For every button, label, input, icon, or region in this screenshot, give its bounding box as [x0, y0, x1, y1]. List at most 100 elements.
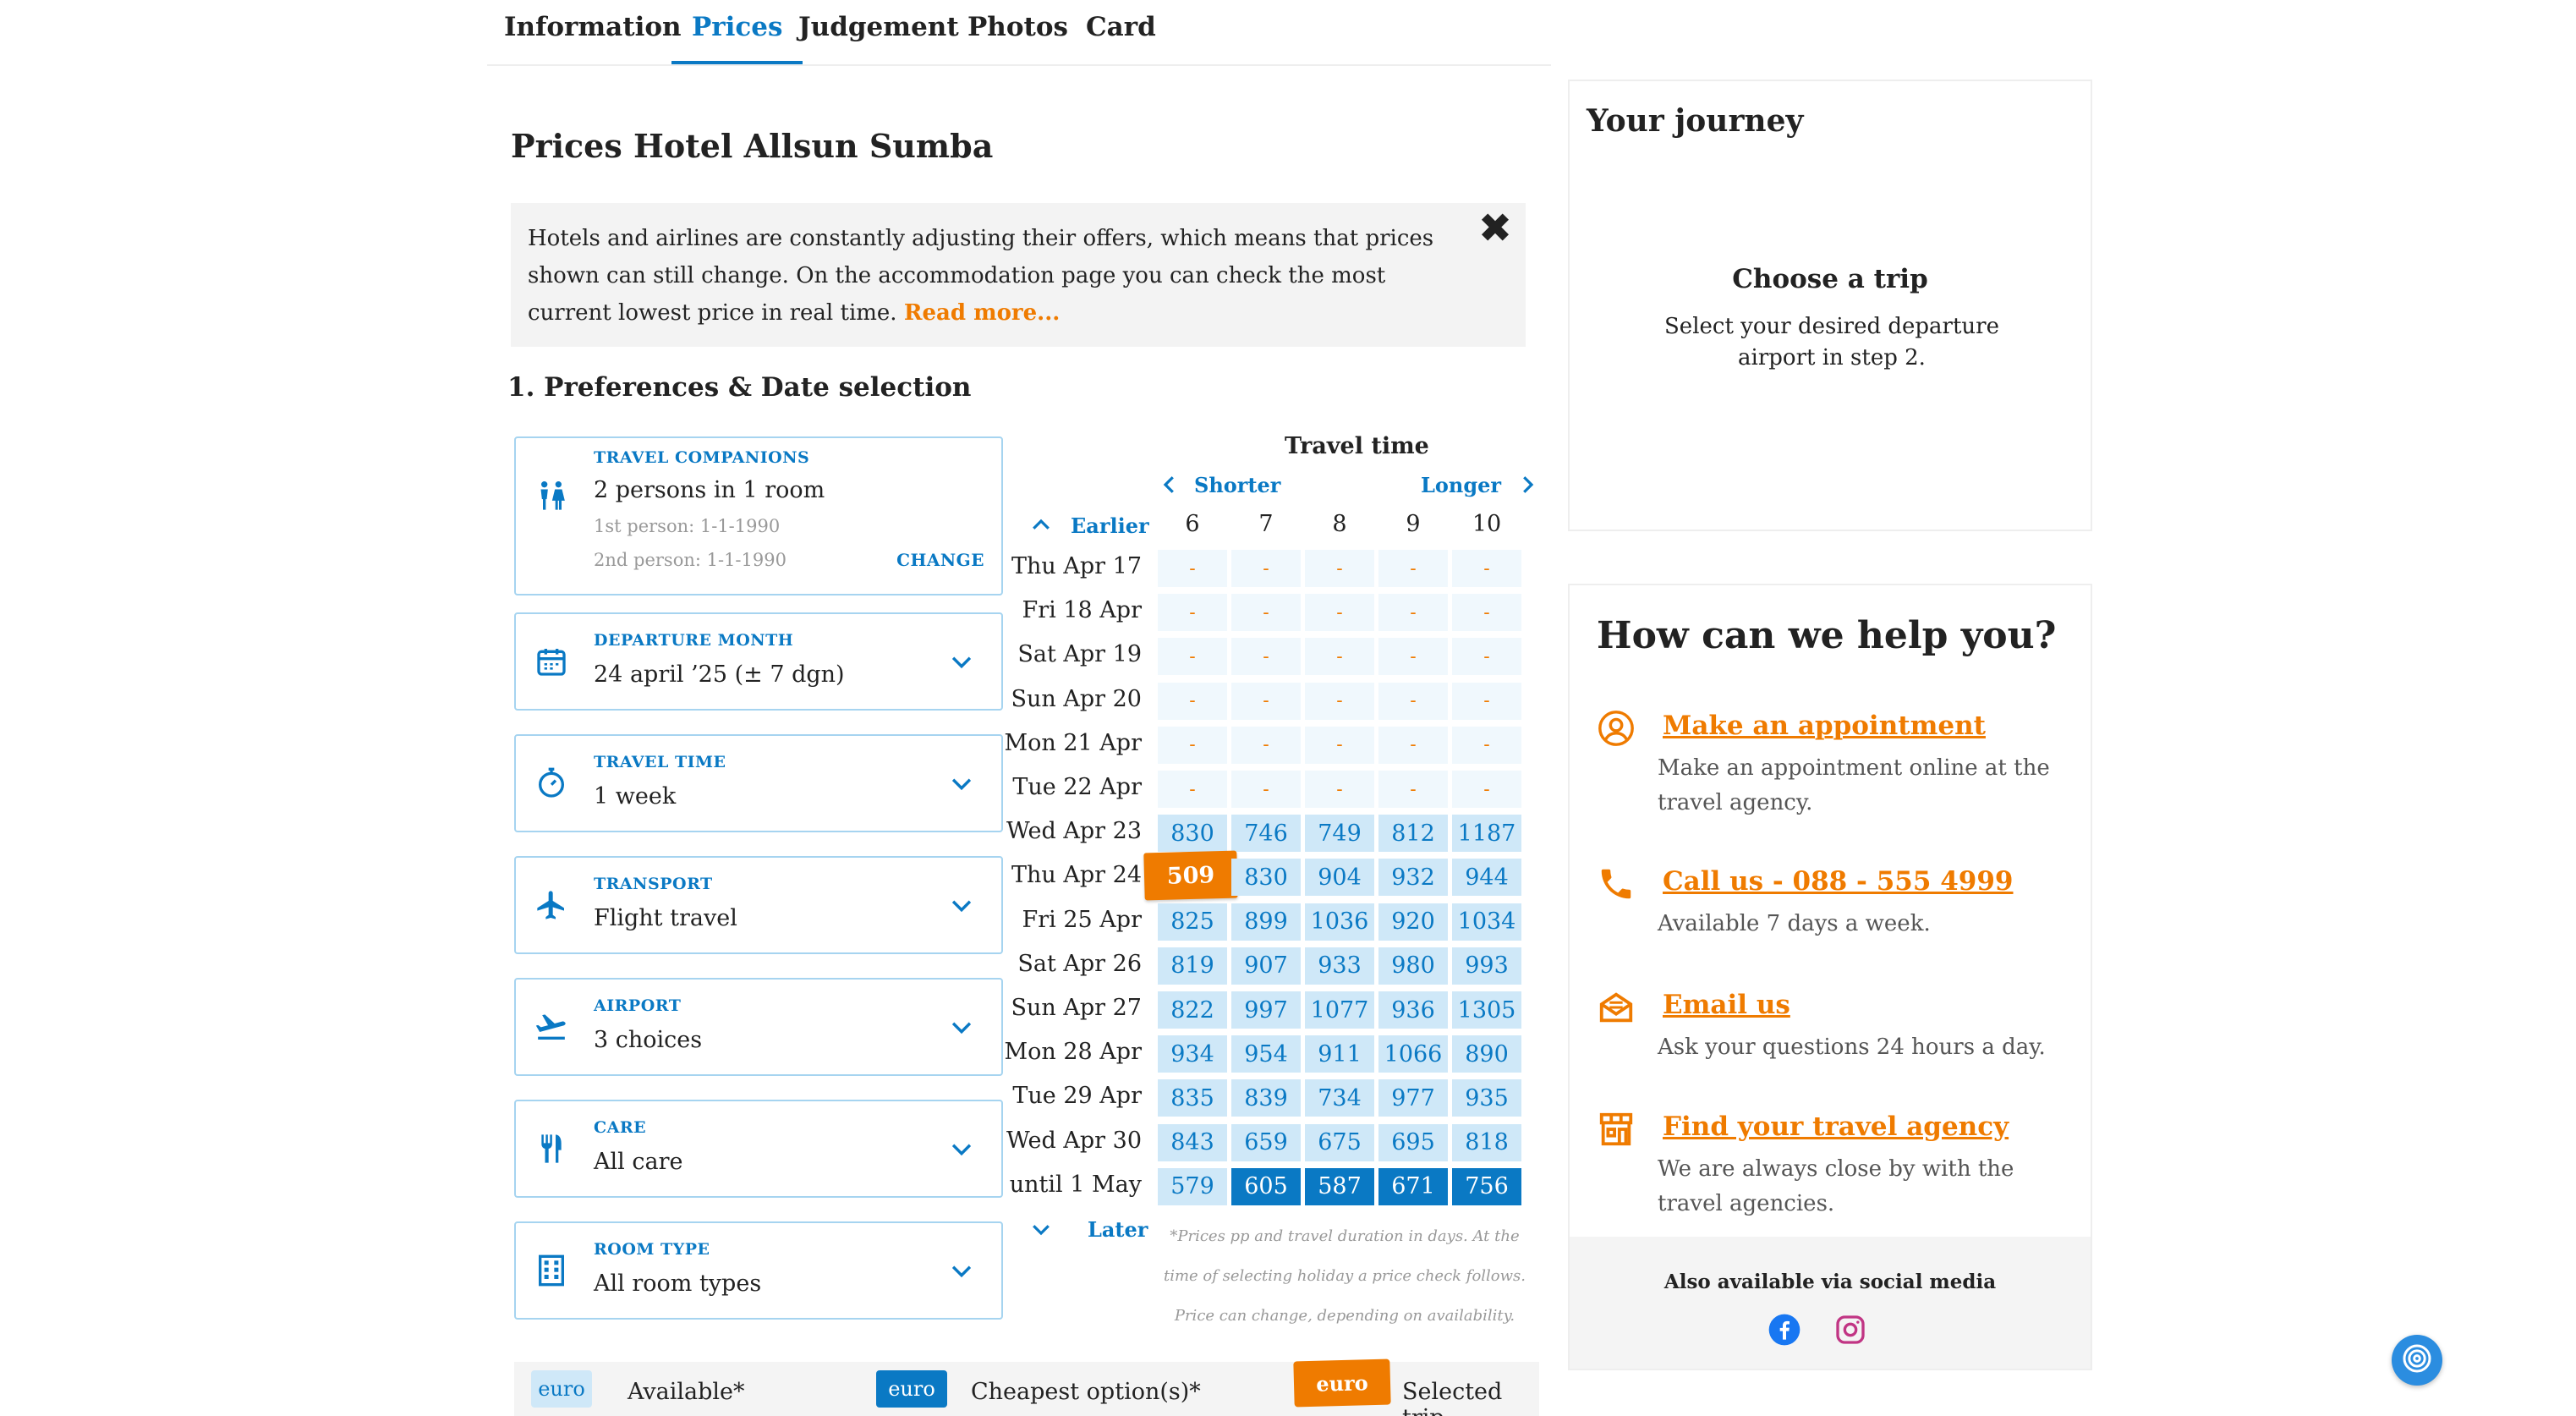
- transport-select[interactable]: TRANSPORT Flight travel: [514, 856, 1003, 954]
- price-cell[interactable]: 1034: [1452, 903, 1521, 941]
- price-cell[interactable]: 1066: [1378, 1035, 1448, 1073]
- tab-judgement[interactable]: Judgement: [798, 12, 959, 64]
- price-cell[interactable]: 1077: [1305, 991, 1374, 1029]
- longer-button[interactable]: Longer: [1421, 472, 1540, 497]
- price-cell[interactable]: 659: [1231, 1123, 1301, 1161]
- tab-information[interactable]: Information: [504, 12, 682, 64]
- call-us-link[interactable]: Call us - 088 - 555 4999: [1663, 866, 2014, 897]
- price-cell[interactable]: 734: [1305, 1079, 1374, 1117]
- price-cell[interactable]: 920: [1378, 903, 1448, 941]
- price-cell[interactable]: 675: [1305, 1123, 1374, 1161]
- close-icon[interactable]: ✖: [1470, 203, 1521, 254]
- price-cell[interactable]: 587: [1305, 1167, 1374, 1205]
- make-appointment-link[interactable]: Make an appointment: [1663, 711, 1986, 741]
- price-cell[interactable]: 579: [1158, 1167, 1227, 1205]
- airport-label: AIRPORT: [594, 996, 682, 1015]
- facebook-icon[interactable]: [1768, 1313, 1801, 1347]
- care-select[interactable]: CARE All care: [514, 1100, 1003, 1198]
- date-row-label: Sat Apr 19: [1017, 641, 1142, 668]
- help-item-call: Call us - 088 - 555 4999 Available 7 day…: [1597, 864, 2070, 958]
- price-cell[interactable]: 997: [1231, 991, 1301, 1029]
- price-cell[interactable]: 830: [1231, 859, 1301, 897]
- airport-select[interactable]: AIRPORT 3 choices: [514, 978, 1003, 1076]
- price-cell[interactable]: 843: [1158, 1123, 1227, 1161]
- price-cell[interactable]: 695: [1378, 1123, 1448, 1161]
- user-circle-icon: [1597, 709, 1636, 748]
- date-row-label: Tue 22 Apr: [1012, 774, 1142, 800]
- price-cell[interactable]: 746: [1231, 815, 1301, 853]
- price-cell[interactable]: 907: [1231, 947, 1301, 985]
- help-panel: How can we help you? Make an appointment…: [1568, 584, 2092, 1370]
- mail-icon: [1597, 988, 1636, 1027]
- duration-header: 6: [1185, 511, 1200, 537]
- legend-selected-badge: euro: [1293, 1358, 1391, 1408]
- earlier-label: Earlier: [1071, 513, 1149, 538]
- price-cell[interactable]: 1187: [1452, 815, 1521, 853]
- date-row-label: Thu Apr 24: [1011, 862, 1142, 889]
- price-cell[interactable]: 904: [1305, 859, 1374, 897]
- tab-photos[interactable]: Photos: [967, 12, 1068, 64]
- price-cell[interactable]: 822: [1158, 991, 1227, 1029]
- price-cell[interactable]: 605: [1231, 1167, 1301, 1205]
- read-more-link[interactable]: Read more...: [904, 300, 1060, 326]
- price-cell[interactable]: 954: [1231, 1035, 1301, 1073]
- price-cell[interactable]: 911: [1305, 1035, 1374, 1073]
- price-cell-empty: -: [1231, 638, 1301, 676]
- price-cell[interactable]: 756: [1452, 1167, 1521, 1205]
- duration-header: 8: [1332, 511, 1347, 537]
- price-cell[interactable]: 993: [1452, 947, 1521, 985]
- price-cell[interactable]: 977: [1378, 1079, 1448, 1117]
- shorter-button[interactable]: Shorter: [1157, 472, 1280, 497]
- price-cell-selected[interactable]: 509: [1143, 850, 1238, 901]
- travel-companions-card[interactable]: TRAVEL COMPANIONS 2 persons in 1 room 1s…: [514, 436, 1003, 595]
- price-cell-empty: -: [1231, 550, 1301, 587]
- change-companions-button[interactable]: CHANGE: [896, 550, 984, 570]
- price-cell[interactable]: 671: [1378, 1167, 1448, 1205]
- price-cell[interactable]: 934: [1158, 1035, 1227, 1073]
- price-cell[interactable]: 812: [1378, 815, 1448, 853]
- email-us-link[interactable]: Email us: [1663, 990, 1790, 1020]
- price-cell[interactable]: 830: [1158, 815, 1227, 853]
- date-row-label: Fri 25 Apr: [1022, 906, 1143, 933]
- page-title: Prices Hotel Allsun Sumba: [511, 127, 994, 165]
- price-cell-empty: -: [1378, 638, 1448, 676]
- find-agency-link[interactable]: Find your travel agency: [1663, 1111, 2009, 1142]
- price-cell-empty: -: [1378, 594, 1448, 632]
- earlier-button[interactable]: Earlier: [1028, 513, 1149, 538]
- departure-month-select[interactable]: DEPARTURE MONTH 24 april ’25 (± 7 dgn): [514, 612, 1003, 711]
- price-cell[interactable]: 1036: [1305, 903, 1374, 941]
- price-cell[interactable]: 819: [1158, 947, 1227, 985]
- price-cell[interactable]: 944: [1452, 859, 1521, 897]
- help-item-agency: Find your travel agency We are always cl…: [1597, 1110, 2070, 1237]
- price-cell-empty: -: [1305, 726, 1374, 764]
- price-cell[interactable]: 936: [1378, 991, 1448, 1029]
- price-cell[interactable]: 1305: [1452, 991, 1521, 1029]
- price-cell[interactable]: 980: [1378, 947, 1448, 985]
- price-cell[interactable]: 749: [1305, 815, 1374, 853]
- legend-selected-label: Selected trip: [1402, 1379, 1503, 1416]
- price-cell[interactable]: 935: [1452, 1079, 1521, 1117]
- chat-assistant-button[interactable]: [2392, 1335, 2442, 1386]
- legend-available-badge: euro: [531, 1370, 592, 1408]
- journey-subtitle: Choose a trip: [1732, 264, 1928, 294]
- price-cell[interactable]: 933: [1305, 947, 1374, 985]
- tab-card[interactable]: Card: [1086, 12, 1156, 64]
- price-cell[interactable]: 818: [1452, 1123, 1521, 1161]
- travel-time-select[interactable]: TRAVEL TIME 1 week: [514, 734, 1003, 832]
- date-row-label: Sun Apr 20: [1011, 685, 1143, 712]
- price-cell[interactable]: 890: [1452, 1035, 1521, 1073]
- price-cell[interactable]: 839: [1231, 1079, 1301, 1117]
- tab-prices[interactable]: Prices: [671, 12, 803, 64]
- room-type-select[interactable]: ROOM TYPE All room types: [514, 1221, 1003, 1320]
- price-cell[interactable]: 899: [1231, 903, 1301, 941]
- later-button[interactable]: Later: [1028, 1216, 1148, 1242]
- price-cell[interactable]: 825: [1158, 903, 1227, 941]
- help-title: How can we help you?: [1597, 614, 2057, 657]
- instagram-icon[interactable]: [1833, 1313, 1867, 1347]
- price-cell[interactable]: 932: [1378, 859, 1448, 897]
- help-item-email: Email us Ask your questions 24 hours a d…: [1597, 988, 2070, 1081]
- date-row-label: until 1 May: [1009, 1171, 1142, 1198]
- price-cell[interactable]: 835: [1158, 1079, 1227, 1117]
- phone-icon: [1597, 864, 1636, 903]
- transport-label: TRANSPORT: [594, 875, 713, 893]
